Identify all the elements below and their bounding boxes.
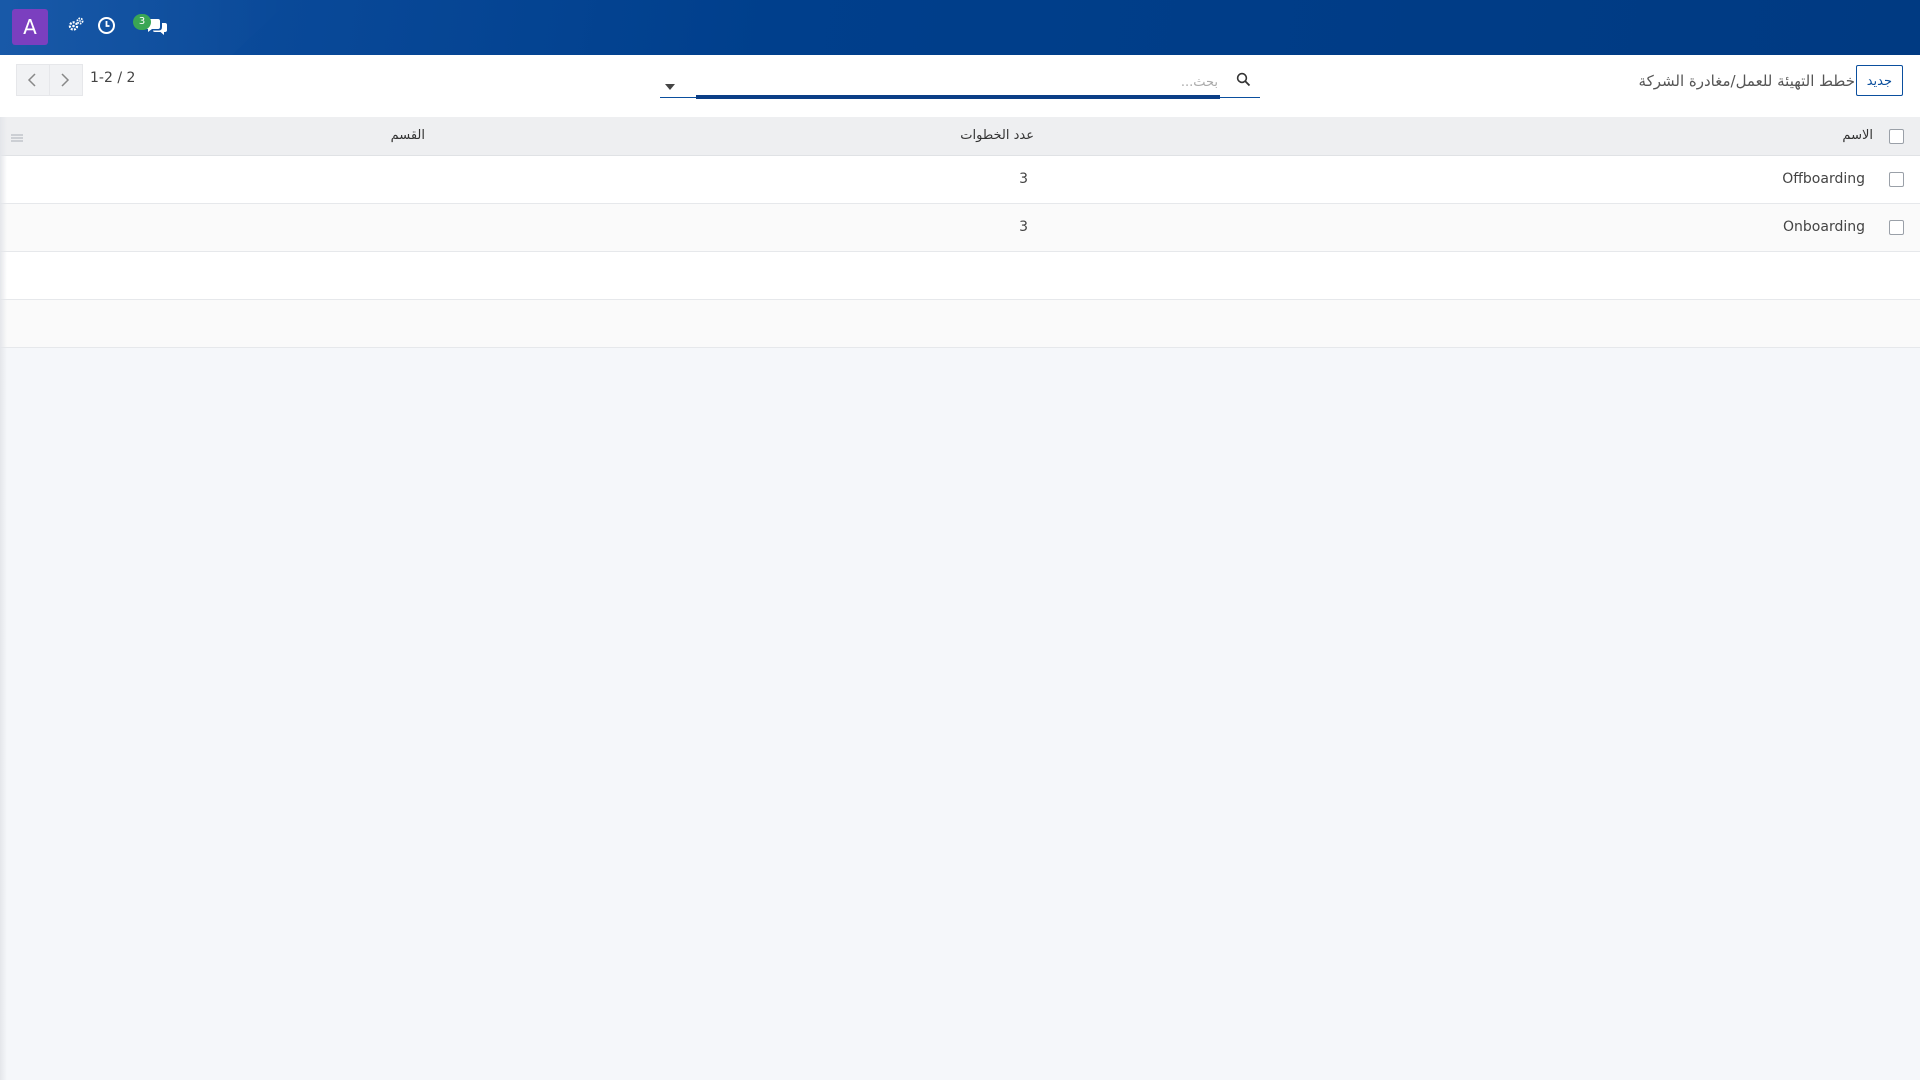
empty-row <box>0 252 1920 300</box>
breadcrumb: خطط التهيئة للعمل/مغادرة الشركة <box>1638 72 1855 90</box>
row-steps: 3 <box>1019 171 1028 187</box>
messages-badge: 3 <box>133 14 151 30</box>
pager-counter[interactable]: 1-2 / 2 <box>90 70 135 86</box>
search-input[interactable] <box>696 69 1220 99</box>
settings-gears-icon[interactable] <box>67 16 89 38</box>
column-header-steps[interactable]: عدد الخطوات <box>960 128 1034 143</box>
control-panel: جديد خطط التهيئة للعمل/مغادرة الشركة 1-2… <box>0 55 1920 118</box>
new-button[interactable]: جديد <box>1855 65 1903 96</box>
table-row[interactable]: Offboarding 3 <box>0 156 1920 204</box>
list-view-table: الاسم عدد الخطوات القسم Offboarding 3 On… <box>0 117 1920 348</box>
optional-columns-toggle-icon[interactable] <box>10 129 24 148</box>
pager-previous-button[interactable] <box>16 64 50 96</box>
search-icon[interactable] <box>1236 72 1251 91</box>
column-header-department[interactable]: القسم <box>391 128 425 143</box>
top-navbar: A 3 <box>0 0 1920 55</box>
activity-clock-icon[interactable] <box>97 16 119 38</box>
empty-row <box>0 300 1920 348</box>
table-row[interactable]: Onboarding 3 <box>0 204 1920 252</box>
table-header: الاسم عدد الخطوات القسم <box>0 117 1920 156</box>
select-all-checkbox[interactable] <box>1889 129 1904 144</box>
chevron-right-icon <box>61 73 70 87</box>
column-header-name[interactable]: الاسم <box>1842 128 1873 143</box>
row-name: Offboarding <box>1782 171 1865 187</box>
left-edge-shadow <box>0 117 7 1080</box>
chevron-left-icon <box>27 73 36 87</box>
search-bar <box>660 69 1260 99</box>
pager-next-button[interactable] <box>49 64 83 96</box>
search-options-toggle-icon[interactable] <box>664 76 676 95</box>
user-avatar[interactable]: A <box>12 9 48 45</box>
row-name: Onboarding <box>1783 219 1865 235</box>
row-steps: 3 <box>1019 219 1028 235</box>
row-checkbox[interactable] <box>1889 172 1904 187</box>
row-checkbox[interactable] <box>1889 220 1904 235</box>
